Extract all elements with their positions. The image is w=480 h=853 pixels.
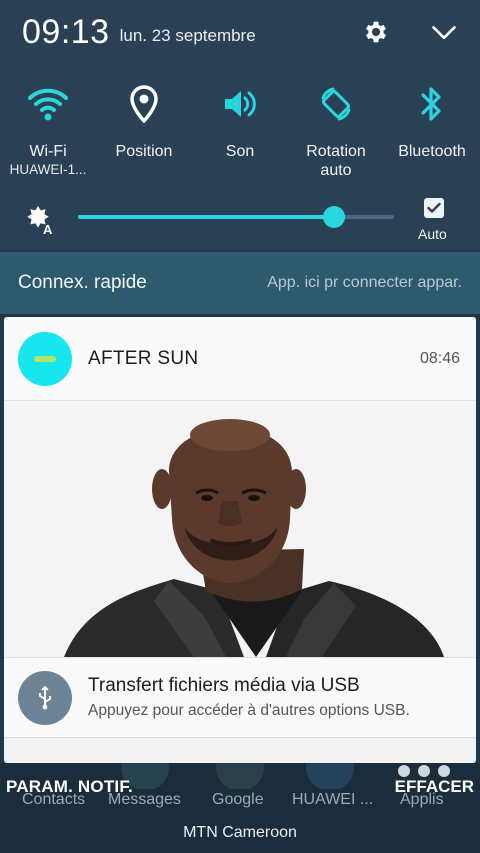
card-footer bbox=[4, 737, 476, 763]
date: lun. 23 septembre bbox=[119, 26, 256, 45]
toggle-rotation-label: Rotation bbox=[306, 143, 366, 160]
usb-notification-title: Transfert fichiers média via USB bbox=[88, 675, 360, 696]
usb-notification-text: Transfert fichiers média via USB Appuyez… bbox=[88, 675, 410, 720]
toggle-rotation-sublabel: auto bbox=[320, 162, 352, 179]
quick-settings-panel: 09:13 lun. 23 septembre Wi-Fi HUAWEI-1.. bbox=[0, 0, 480, 250]
app-icon bbox=[18, 331, 72, 386]
notification-header[interactable]: AFTER SUN 08:46 bbox=[4, 317, 476, 401]
wifi-icon bbox=[28, 84, 68, 124]
auto-brightness-checkbox[interactable] bbox=[424, 198, 444, 218]
dock-label-google[interactable]: Google bbox=[212, 791, 264, 809]
quick-connect-title: Connex. rapide bbox=[18, 272, 147, 293]
location-icon bbox=[124, 84, 164, 124]
notification-image[interactable] bbox=[4, 401, 476, 657]
volume-icon bbox=[220, 84, 260, 124]
toggle-bluetooth-label: Bluetooth bbox=[398, 143, 466, 160]
toggle-wifi-network: HUAWEI-1... bbox=[9, 162, 87, 177]
toggle-bluetooth[interactable]: Bluetooth bbox=[384, 84, 480, 180]
top-icons bbox=[362, 18, 458, 46]
usb-notification[interactable]: Transfert fichiers média via USB Appuyez… bbox=[4, 657, 476, 737]
portrait-illustration bbox=[4, 401, 476, 657]
notification-card[interactable]: AFTER SUN 08:46 Transfert fichiers média… bbox=[4, 317, 476, 763]
svg-text:A: A bbox=[43, 222, 53, 236]
toggle-rotation[interactable]: Rotation auto bbox=[288, 84, 384, 180]
brightness-row: A Auto bbox=[0, 198, 480, 248]
toggle-position[interactable]: Position bbox=[96, 84, 192, 180]
toggle-son[interactable]: Son bbox=[192, 84, 288, 180]
clock: 09:13 bbox=[22, 12, 110, 51]
rotation-icon bbox=[316, 84, 356, 124]
quick-toggles: Wi-Fi HUAWEI-1... Position Son Rotation … bbox=[0, 84, 480, 180]
toggle-position-label: Position bbox=[115, 143, 173, 160]
usb-notification-subtitle: Appuyez pour accéder à d'autres options … bbox=[88, 702, 410, 719]
auto-brightness-label: Auto bbox=[418, 226, 447, 242]
chevron-down-icon[interactable] bbox=[430, 18, 458, 46]
notification-settings-button[interactable]: PARAM. NOTIF. bbox=[6, 777, 133, 797]
notification-time: 08:46 bbox=[419, 349, 460, 367]
bottom-area: Contacts Messages Google HUAWEI ... Appl… bbox=[0, 763, 480, 853]
quick-connect-hint: App. ici pr connecter appar. bbox=[267, 274, 462, 291]
gear-icon[interactable] bbox=[362, 18, 390, 46]
brightness-auto-icon: A bbox=[24, 204, 56, 241]
toggle-wifi-label: Wi-Fi bbox=[29, 143, 67, 160]
brightness-slider-thumb[interactable] bbox=[322, 206, 345, 228]
status-row: 09:13 lun. 23 septembre bbox=[22, 10, 458, 54]
notification-title: AFTER SUN bbox=[88, 347, 199, 369]
dock-label-huawei[interactable]: HUAWEI ... bbox=[292, 791, 373, 809]
clear-notifications-button[interactable]: EFFACER bbox=[395, 777, 474, 797]
toggle-son-label: Son bbox=[225, 143, 255, 160]
brightness-slider-fill bbox=[78, 215, 334, 219]
quick-connect-bar[interactable]: Connex. rapide App. ici pr connecter app… bbox=[0, 252, 480, 314]
bluetooth-icon bbox=[412, 84, 452, 124]
toggle-wifi[interactable]: Wi-Fi HUAWEI-1... bbox=[0, 84, 96, 180]
brightness-slider[interactable] bbox=[78, 206, 394, 228]
usb-icon bbox=[18, 670, 72, 725]
carrier-name: MTN Cameroon bbox=[183, 824, 297, 841]
